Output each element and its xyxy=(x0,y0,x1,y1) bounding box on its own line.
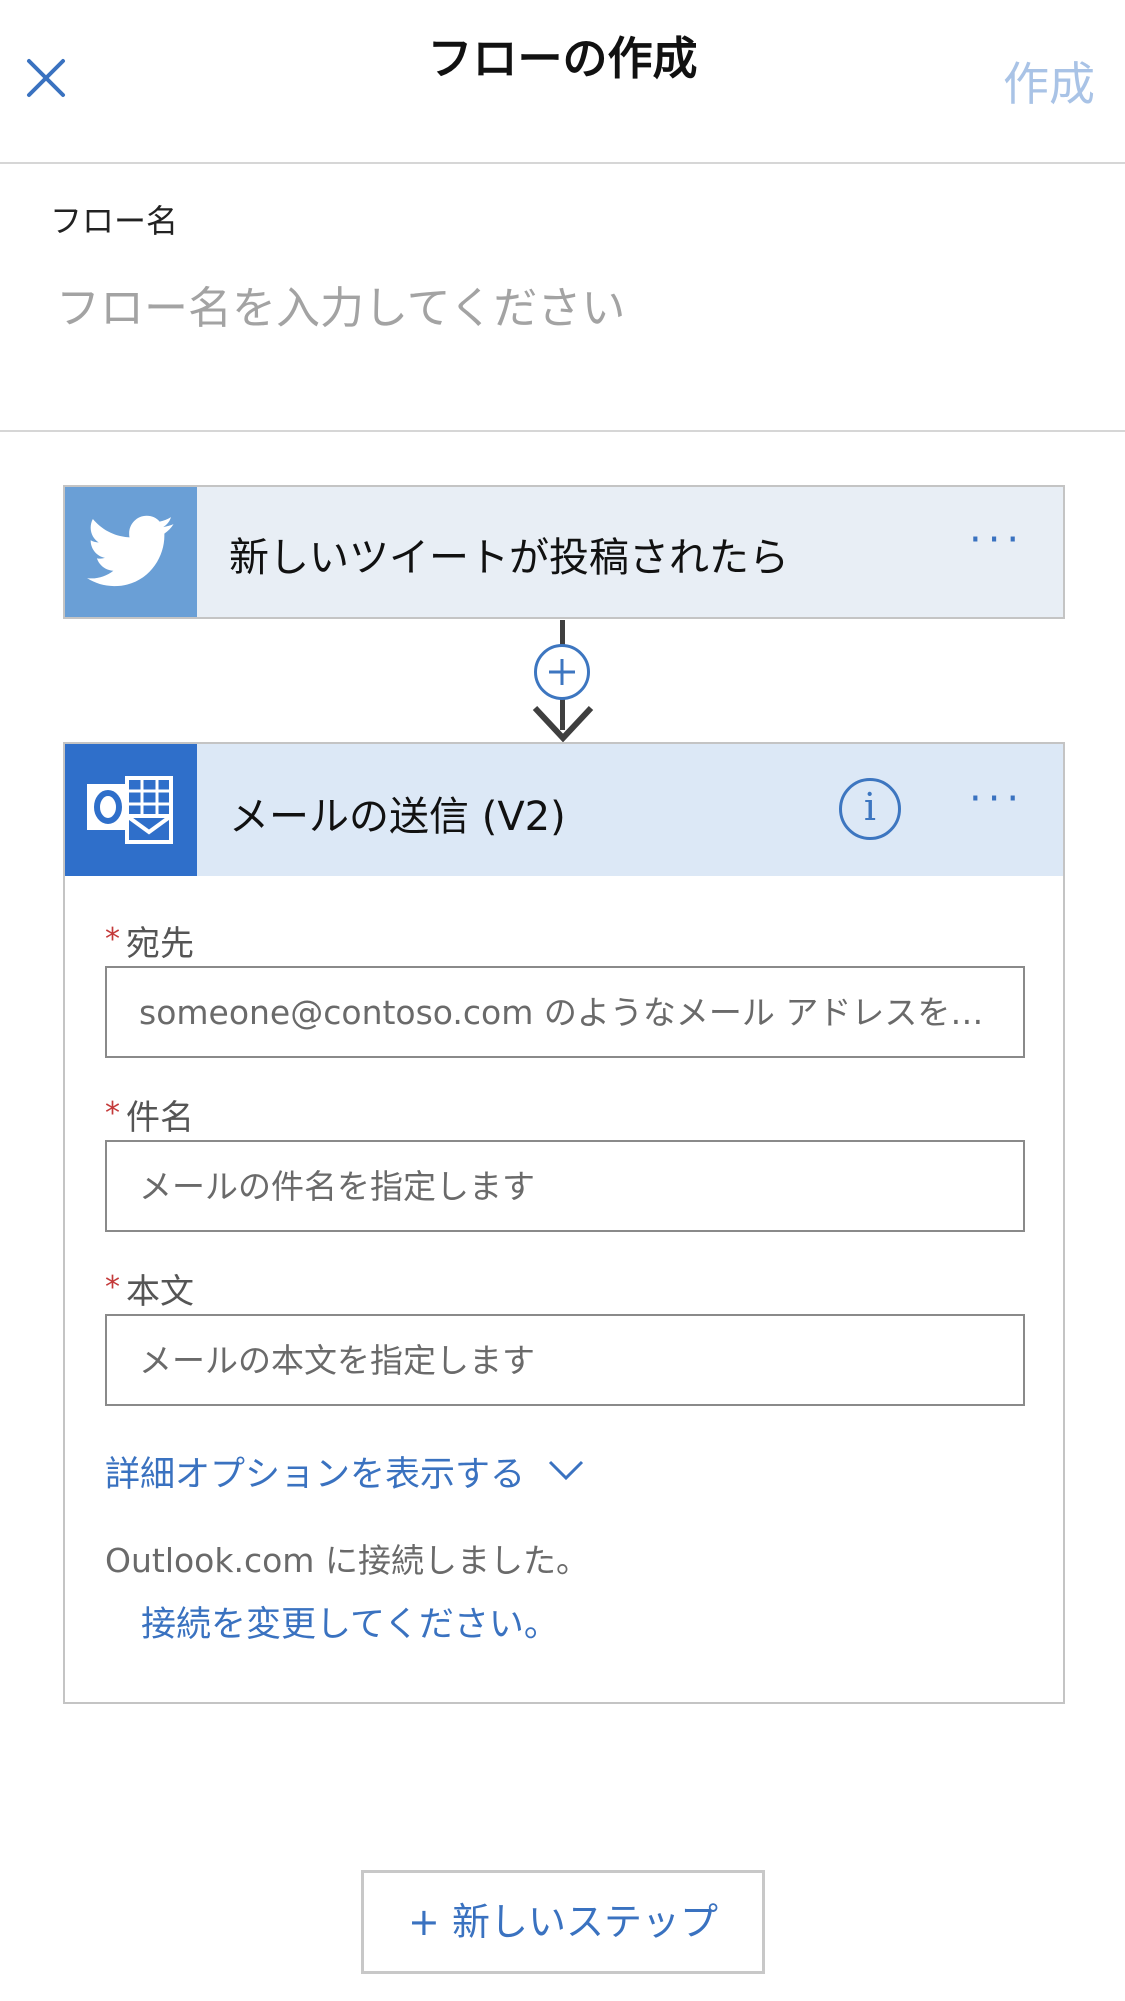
flow-name-input[interactable] xyxy=(56,278,1056,338)
body-field-label: * 本文 xyxy=(105,1270,194,1312)
subject-field-label: * 件名 xyxy=(105,1096,194,1138)
action-header[interactable]: メールの送信 (V2) i ··· xyxy=(65,744,1063,876)
action-icon-tile xyxy=(65,744,197,876)
required-mark: * xyxy=(105,922,120,957)
action-card: メールの送信 (V2) i ··· *宛先 *件名 *本文 詳細オプションを表示… xyxy=(63,742,1065,1704)
required-mark: * xyxy=(105,1096,120,1131)
connection-status-text: Outlook.com に接続しました。 xyxy=(105,1541,589,1580)
trigger-title: 新しいツイートが投稿されたら xyxy=(229,535,789,581)
action-title: メールの送信 (V2) xyxy=(229,794,566,840)
outlook-icon xyxy=(87,776,173,844)
page-title: フローの作成 xyxy=(427,32,698,85)
twitter-bird-icon xyxy=(87,515,174,587)
header-bar: フローの作成 作成 xyxy=(0,0,1125,164)
to-field-label: * 宛先 xyxy=(105,922,194,964)
chevron-down-icon xyxy=(549,1460,584,1481)
plus-icon xyxy=(549,659,575,685)
arrow-down-icon xyxy=(532,705,594,743)
insert-step-button[interactable] xyxy=(534,644,590,700)
change-connection-link[interactable]: 接続を変更してください。 xyxy=(141,1596,559,1647)
to-field-input[interactable] xyxy=(105,966,1025,1058)
create-button[interactable]: 作成 xyxy=(1003,48,1095,114)
trigger-more-button[interactable]: ··· xyxy=(969,517,1025,563)
show-advanced-options-link[interactable]: 詳細オプションを表示する xyxy=(105,1446,586,1497)
trigger-card[interactable]: 新しいツイートが投稿されたら ··· xyxy=(63,485,1065,619)
divider xyxy=(0,430,1125,432)
info-icon: i xyxy=(863,785,877,829)
subject-field-input[interactable] xyxy=(105,1140,1025,1232)
action-more-button[interactable]: ··· xyxy=(969,776,1025,822)
info-button[interactable]: i xyxy=(839,778,901,840)
required-mark: * xyxy=(105,1270,120,1305)
flow-name-label: フロー名 xyxy=(50,202,179,240)
trigger-icon-tile xyxy=(65,487,197,617)
body-field-input[interactable] xyxy=(105,1314,1025,1406)
new-step-button[interactable]: + 新しいステップ xyxy=(361,1870,765,1974)
